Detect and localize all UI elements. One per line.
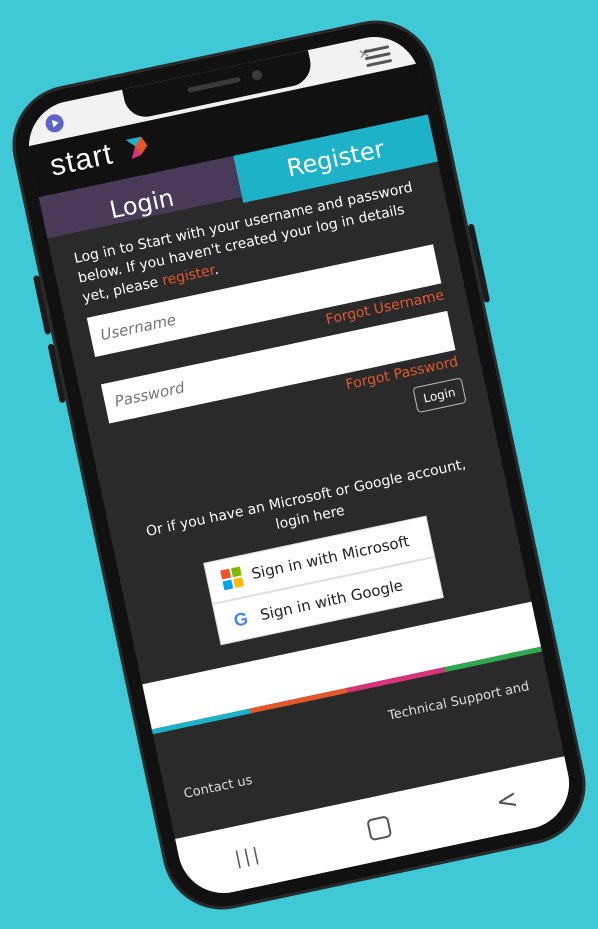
- home-icon[interactable]: [365, 814, 393, 841]
- phone-frame: ✕ start Login Register Log in to Start w…: [1, 8, 597, 921]
- front-camera: [251, 68, 263, 81]
- recents-icon[interactable]: |||: [233, 842, 264, 868]
- volume-up-button: [32, 274, 52, 335]
- speaker-grille: [187, 76, 242, 93]
- login-panel: Log in to Start with your username and p…: [49, 161, 527, 662]
- volume-down-button: [47, 342, 66, 403]
- technical-support-link[interactable]: Technical Support and: [387, 679, 531, 724]
- start-logo-mark-icon: [121, 131, 152, 162]
- contact-us-link[interactable]: Contact us: [182, 772, 253, 801]
- back-icon[interactable]: <: [493, 784, 521, 818]
- power-button: [467, 222, 491, 303]
- google-icon: G: [231, 607, 250, 631]
- hamburger-menu-icon[interactable]: [362, 41, 393, 71]
- microsoft-icon: [220, 566, 244, 590]
- login-button[interactable]: Login: [412, 376, 467, 413]
- logo-text: start: [47, 136, 116, 183]
- phone-screen: ✕ start Login Register Log in to Start w…: [20, 27, 578, 902]
- browser-tab-icon[interactable]: [43, 112, 66, 134]
